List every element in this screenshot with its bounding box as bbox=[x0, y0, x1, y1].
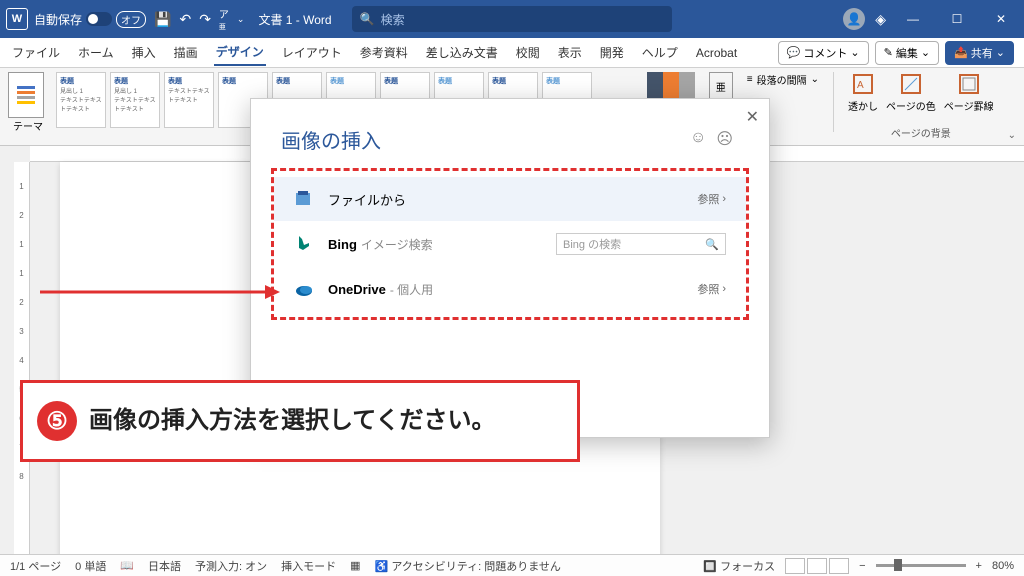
bing-search-input[interactable]: Bing の検索 🔍 bbox=[556, 233, 726, 255]
redo-icon[interactable]: ↷ bbox=[199, 11, 211, 28]
autosave-state: オフ bbox=[116, 11, 146, 28]
autosave-label: 自動保存 bbox=[34, 11, 82, 28]
bing-placeholder: Bing の検索 bbox=[563, 236, 621, 252]
focus-mode[interactable]: 🔲 フォーカス bbox=[703, 558, 775, 574]
tab-review[interactable]: 校閲 bbox=[514, 40, 542, 65]
svg-text:A: A bbox=[857, 80, 864, 91]
document-title: 文書 1 - Word bbox=[258, 11, 331, 28]
predict-input[interactable]: 予測入力: オン bbox=[195, 558, 267, 574]
page-indicator[interactable]: 1/1 ページ bbox=[10, 558, 61, 574]
tab-mailings[interactable]: 差し込み文書 bbox=[424, 40, 500, 65]
search-placeholder: 検索 bbox=[381, 11, 405, 28]
dialog-close-button[interactable]: ✕ bbox=[746, 107, 759, 127]
sad-face-icon[interactable]: ☹ bbox=[716, 129, 733, 149]
titlebar: W 自動保存 オフ 💾 ↶ ↷ ア亜 ⌄ 文書 1 - Word 🔍 検索 👤 … bbox=[0, 0, 1024, 38]
font-icon[interactable]: ア亜 bbox=[219, 6, 229, 32]
tab-insert[interactable]: 挿入 bbox=[130, 40, 158, 65]
toggle-off-icon[interactable] bbox=[86, 12, 112, 26]
autosave-toggle[interactable]: 自動保存 オフ bbox=[34, 11, 146, 28]
close-button[interactable]: ✕ bbox=[984, 0, 1018, 38]
qat-dropdown-icon[interactable]: ⌄ bbox=[237, 14, 245, 25]
zoom-slider[interactable] bbox=[876, 564, 966, 567]
annotation-callout: ⑤ 画像の挿入方法を選択してください。 bbox=[20, 380, 580, 462]
annotation-arrow-icon bbox=[40, 282, 280, 302]
quick-access-toolbar: 💾 ↶ ↷ ア亜 ⌄ bbox=[154, 6, 244, 32]
callout-text: 画像の挿入方法を選択してください。 bbox=[89, 405, 496, 436]
edit-button[interactable]: ✎ 編集 ⌄ bbox=[875, 41, 939, 65]
browse-action[interactable]: 参照 › bbox=[697, 191, 726, 207]
page-border-button[interactable]: ページ罫線 bbox=[944, 72, 994, 113]
collapse-ribbon-icon[interactable]: ⌄ bbox=[1008, 130, 1016, 141]
browse-action[interactable]: 参照 › bbox=[697, 281, 726, 297]
search-icon: 🔍 bbox=[360, 12, 375, 26]
paragraph-spacing-label: 段落の間隔 bbox=[757, 72, 807, 87]
search-icon: 🔍 bbox=[705, 238, 719, 251]
page-background-group-label: ページの背景 bbox=[848, 125, 994, 140]
paragraph-spacing-button[interactable]: ≡ 段落の間隔 ⌄ bbox=[747, 72, 819, 87]
diamond-icon[interactable]: ◈ bbox=[875, 11, 886, 28]
option-label: OneDrive - 個人用 bbox=[328, 281, 433, 298]
chevron-right-icon: › bbox=[722, 193, 726, 205]
view-read-button[interactable] bbox=[785, 558, 805, 574]
tab-acrobat[interactable]: Acrobat bbox=[694, 42, 739, 64]
share-button[interactable]: 📤 共有 ⌄ bbox=[945, 41, 1014, 65]
option-onedrive[interactable]: OneDrive - 個人用 参照 › bbox=[274, 267, 746, 311]
accessibility-status[interactable]: ♿ アクセシビリティ: 問題ありません bbox=[375, 558, 561, 574]
chevron-right-icon: › bbox=[722, 283, 726, 295]
vertical-ruler[interactable]: 121 123 456 78 bbox=[14, 162, 30, 556]
comment-button[interactable]: 💬 コメント ⌄ bbox=[778, 41, 869, 65]
style-thumb[interactable]: 表題見出し 1テキストテキストテキスト bbox=[110, 72, 160, 128]
style-thumb[interactable]: 表題見出し 1テキストテキストテキスト bbox=[56, 72, 106, 128]
save-icon[interactable]: 💾 bbox=[154, 11, 171, 28]
theme-button[interactable] bbox=[8, 72, 44, 118]
option-label: ファイルから bbox=[328, 190, 406, 209]
search-input[interactable]: 🔍 検索 bbox=[352, 6, 672, 32]
ribbon-tabs: ファイル ホーム 挿入 描画 デザイン レイアウト 参考資料 差し込み文書 校閲… bbox=[0, 38, 1024, 68]
spacing-icon: ≡ bbox=[747, 74, 753, 85]
tab-design[interactable]: デザイン bbox=[214, 39, 266, 66]
file-icon bbox=[294, 189, 314, 209]
insert-mode[interactable]: 挿入モード bbox=[281, 558, 336, 574]
view-print-button[interactable] bbox=[807, 558, 827, 574]
font-theme-button[interactable]: 亜 bbox=[709, 72, 733, 100]
statusbar: 1/1 ページ 0 単語 📖 日本語 予測入力: オン 挿入モード ▦ ♿ アク… bbox=[0, 554, 1024, 576]
minimize-button[interactable]: — bbox=[896, 0, 930, 38]
happy-face-icon[interactable]: ☺ bbox=[690, 129, 706, 149]
tab-references[interactable]: 参考資料 bbox=[358, 40, 410, 65]
maximize-button[interactable]: ☐ bbox=[940, 0, 974, 38]
tab-layout[interactable]: レイアウト bbox=[280, 40, 344, 65]
bing-icon bbox=[294, 234, 314, 254]
language-indicator[interactable]: 日本語 bbox=[148, 558, 181, 574]
tab-view[interactable]: 表示 bbox=[556, 40, 584, 65]
zoom-in-button[interactable]: + bbox=[976, 560, 982, 572]
tab-developer[interactable]: 開発 bbox=[598, 40, 626, 65]
tab-help[interactable]: ヘルプ bbox=[640, 40, 680, 65]
tab-home[interactable]: ホーム bbox=[76, 40, 116, 65]
watermark-button[interactable]: A 透かし bbox=[848, 72, 878, 113]
option-label: Bing イメージ検索 bbox=[328, 236, 433, 253]
app-icon: W bbox=[6, 8, 28, 30]
undo-icon[interactable]: ↶ bbox=[179, 11, 191, 28]
zoom-level[interactable]: 80% bbox=[992, 560, 1014, 572]
theme-label: テーマ bbox=[8, 118, 48, 133]
spellcheck-icon[interactable]: 📖 bbox=[120, 559, 134, 572]
options-highlight: ファイルから 参照 › Bing イメージ検索 Bing の検索 🔍 OneDr… bbox=[271, 168, 749, 320]
user-avatar-icon[interactable]: 👤 bbox=[843, 8, 865, 30]
tab-draw[interactable]: 描画 bbox=[172, 40, 200, 65]
zoom-out-button[interactable]: − bbox=[859, 560, 865, 572]
view-buttons bbox=[785, 558, 849, 574]
macro-icon[interactable]: ▦ bbox=[350, 559, 360, 572]
option-from-file[interactable]: ファイルから 参照 › bbox=[274, 177, 746, 221]
style-thumb[interactable]: 表題テキストテキストテキスト bbox=[164, 72, 214, 128]
step-number-badge: ⑤ bbox=[37, 401, 77, 441]
onedrive-icon bbox=[294, 279, 314, 299]
view-web-button[interactable] bbox=[829, 558, 849, 574]
user-name[interactable] bbox=[778, 11, 833, 27]
option-bing[interactable]: Bing イメージ検索 Bing の検索 🔍 bbox=[274, 221, 746, 267]
word-count[interactable]: 0 単語 bbox=[75, 558, 106, 574]
tab-file[interactable]: ファイル bbox=[10, 40, 62, 65]
page-color-button[interactable]: ページの色 bbox=[886, 72, 936, 113]
